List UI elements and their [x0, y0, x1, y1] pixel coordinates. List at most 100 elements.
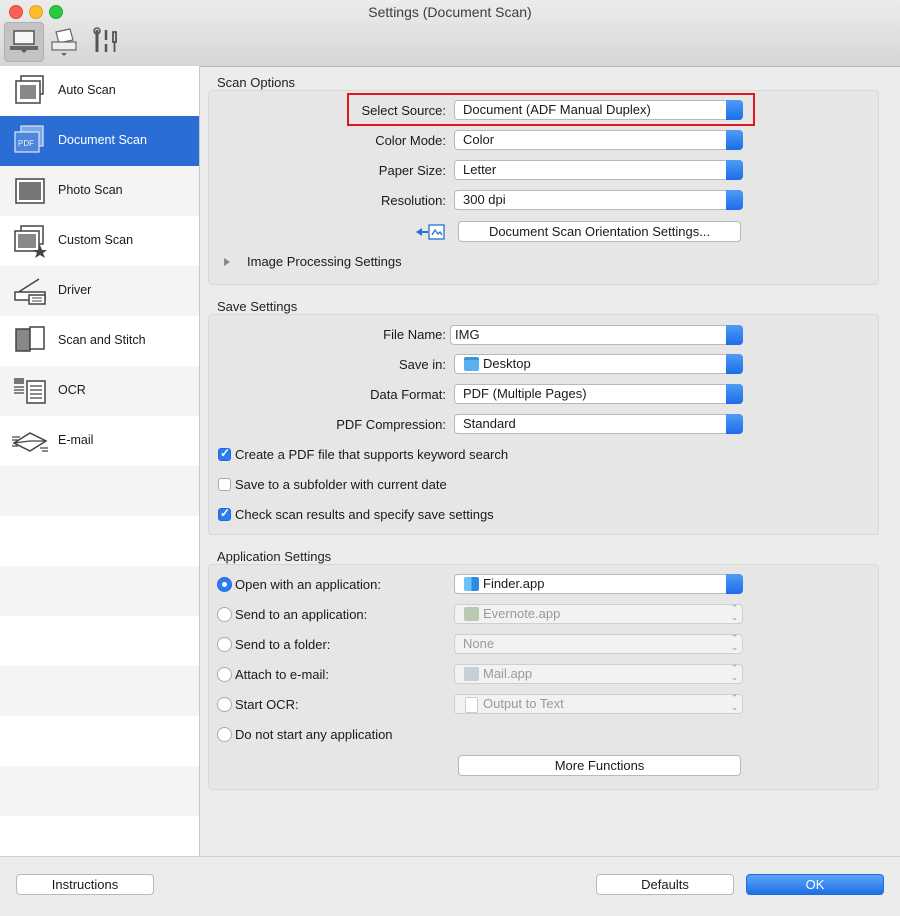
start-ocr-popup: Output to Text ⌃ ⌄ — [454, 694, 743, 714]
select-source-value: Document (ADF Manual Duplex) — [463, 102, 651, 117]
more-functions-button[interactable]: More Functions — [458, 755, 741, 776]
resolution-label: Resolution: — [380, 193, 446, 208]
document-scan-icon: PDF — [14, 125, 44, 153]
sidebar-empty-row — [0, 566, 199, 616]
ok-button[interactable]: OK — [746, 874, 884, 895]
driver-icon — [14, 278, 46, 305]
select-source-popup[interactable]: Document (ADF Manual Duplex) — [454, 100, 743, 120]
toolbar-tab-scan-from-computer[interactable] — [4, 22, 44, 62]
evernote-icon — [464, 607, 479, 621]
sidebar-empty-row — [0, 516, 199, 566]
color-mode-popup[interactable]: Color — [454, 130, 743, 150]
custom-scan-icon — [14, 225, 47, 258]
keyword-search-label[interactable]: Create a PDF file that supports keyword … — [235, 447, 508, 462]
sidebar-empty-row — [0, 716, 199, 766]
popup-arrows-icon — [726, 384, 743, 404]
keyword-search-checkbox[interactable] — [218, 446, 231, 461]
sidebar-item-scan-and-stitch[interactable]: Scan and Stitch — [0, 316, 199, 366]
scan-from-operation-panel-icon — [51, 28, 77, 56]
scan-from-computer-icon — [10, 30, 38, 53]
file-name-label: File Name: — [383, 327, 446, 342]
open-with-app-label[interactable]: Open with an application: — [235, 577, 381, 592]
sidebar-item-label: Document Scan — [58, 133, 147, 147]
check-scan-results-label[interactable]: Check scan results and specify save sett… — [235, 507, 494, 522]
subfolder-date-label[interactable]: Save to a subfolder with current date — [235, 477, 447, 492]
send-to-folder-radio[interactable] — [217, 637, 232, 652]
save-in-label: Save in: — [399, 357, 446, 372]
finder-icon — [464, 577, 479, 591]
folder-icon — [464, 357, 479, 371]
popup-arrows-icon: ⌃ ⌄ — [730, 663, 739, 682]
start-ocr-label[interactable]: Start OCR: — [235, 697, 299, 712]
scan-options-title: Scan Options — [217, 75, 296, 90]
file-name-combo[interactable]: IMG — [450, 325, 743, 345]
color-mode-label: Color Mode: — [375, 133, 446, 148]
attach-to-email-radio[interactable] — [217, 667, 232, 682]
check-scan-results-checkbox[interactable] — [218, 506, 231, 521]
subfolder-date-checkbox[interactable] — [218, 478, 231, 491]
sidebar-item-document-scan[interactable]: PDF Document Scan — [0, 116, 199, 166]
text-document-icon — [465, 697, 478, 713]
window-title: Settings (Document Scan) — [368, 4, 532, 20]
data-format-value: PDF (Multiple Pages) — [463, 386, 587, 401]
sidebar-item-ocr[interactable]: OCR — [0, 366, 199, 416]
auto-scan-icon — [15, 75, 44, 104]
attach-to-email-label[interactable]: Attach to e-mail: — [235, 667, 329, 682]
popup-arrows-icon — [726, 160, 743, 180]
sidebar-empty-row — [0, 616, 199, 666]
open-with-app-radio[interactable] — [217, 577, 232, 592]
sidebar-empty-row — [0, 766, 199, 816]
do-not-start-app-radio[interactable] — [217, 727, 232, 742]
toolbar-tab-general-settings[interactable] — [86, 22, 126, 62]
paper-size-popup[interactable]: Letter — [454, 160, 743, 180]
pdf-compression-label: PDF Compression: — [336, 417, 446, 432]
attach-to-email-popup: Mail.app ⌃ ⌄ — [454, 664, 743, 684]
resolution-value: 300 dpi — [463, 192, 506, 207]
save-in-popup[interactable]: Desktop — [454, 354, 743, 374]
sidebar-item-label: Driver — [58, 283, 92, 297]
pdf-compression-value: Standard — [463, 416, 516, 431]
orientation-settings-button[interactable]: Document Scan Orientation Settings... — [458, 221, 741, 242]
send-to-app-radio[interactable] — [217, 607, 232, 622]
defaults-button[interactable]: Defaults — [596, 874, 734, 895]
combo-arrow-icon[interactable] — [726, 325, 743, 345]
send-to-folder-value: None — [463, 636, 495, 651]
paper-size-value: Letter — [463, 162, 497, 177]
sidebar-item-label: Custom Scan — [58, 233, 134, 247]
footer-divider — [0, 856, 900, 857]
application-settings-title: Application Settings — [217, 549, 332, 564]
popup-arrows-icon: ⌃ ⌄ — [730, 633, 739, 652]
save-settings-title: Save Settings — [217, 299, 298, 314]
popup-arrows-icon — [726, 574, 743, 594]
send-to-app-label[interactable]: Send to an application: — [235, 607, 367, 622]
sidebar-empty-row — [0, 666, 199, 716]
popup-arrows-icon — [726, 414, 743, 434]
send-to-app-popup: Evernote.app ⌃ ⌄ — [454, 604, 743, 624]
send-to-folder-label[interactable]: Send to a folder: — [235, 637, 330, 652]
paper-size-label: Paper Size: — [378, 163, 446, 178]
color-mode-value: Color — [463, 132, 495, 147]
toolbar-tab-scan-from-operation-panel[interactable] — [44, 22, 84, 62]
disclosure-triangle-icon[interactable] — [224, 258, 230, 266]
resolution-popup[interactable]: 300 dpi — [454, 190, 743, 210]
open-with-app-popup[interactable]: Finder.app — [454, 574, 743, 594]
file-name-value: IMG — [455, 327, 480, 342]
pdf-compression-popup[interactable]: Standard — [454, 414, 743, 434]
instructions-button[interactable]: Instructions — [16, 874, 154, 895]
sidebar-item-driver[interactable]: Driver — [0, 266, 199, 316]
sidebar-item-label: Auto Scan — [58, 83, 116, 97]
start-ocr-radio[interactable] — [217, 697, 232, 712]
sidebar-item-auto-scan[interactable]: Auto Scan — [0, 66, 199, 116]
data-format-popup[interactable]: PDF (Multiple Pages) — [454, 384, 743, 404]
popup-arrows-icon — [726, 354, 743, 374]
scan-and-stitch-icon — [15, 326, 45, 352]
title-bar: Settings (Document Scan) — [0, 0, 900, 67]
do-not-start-app-label[interactable]: Do not start any application — [235, 727, 393, 742]
image-processing-settings-toggle[interactable]: Image Processing Settings — [247, 254, 402, 269]
sidebar: Auto Scan PDF Document Scan Photo Scan C… — [0, 66, 200, 856]
sidebar-item-email[interactable]: E-mail — [0, 416, 199, 466]
sidebar-item-photo-scan[interactable]: Photo Scan — [0, 166, 199, 216]
mail-icon — [464, 667, 479, 681]
popup-arrows-icon: ⌃ ⌄ — [730, 693, 739, 712]
sidebar-item-custom-scan[interactable]: Custom Scan — [0, 216, 199, 266]
